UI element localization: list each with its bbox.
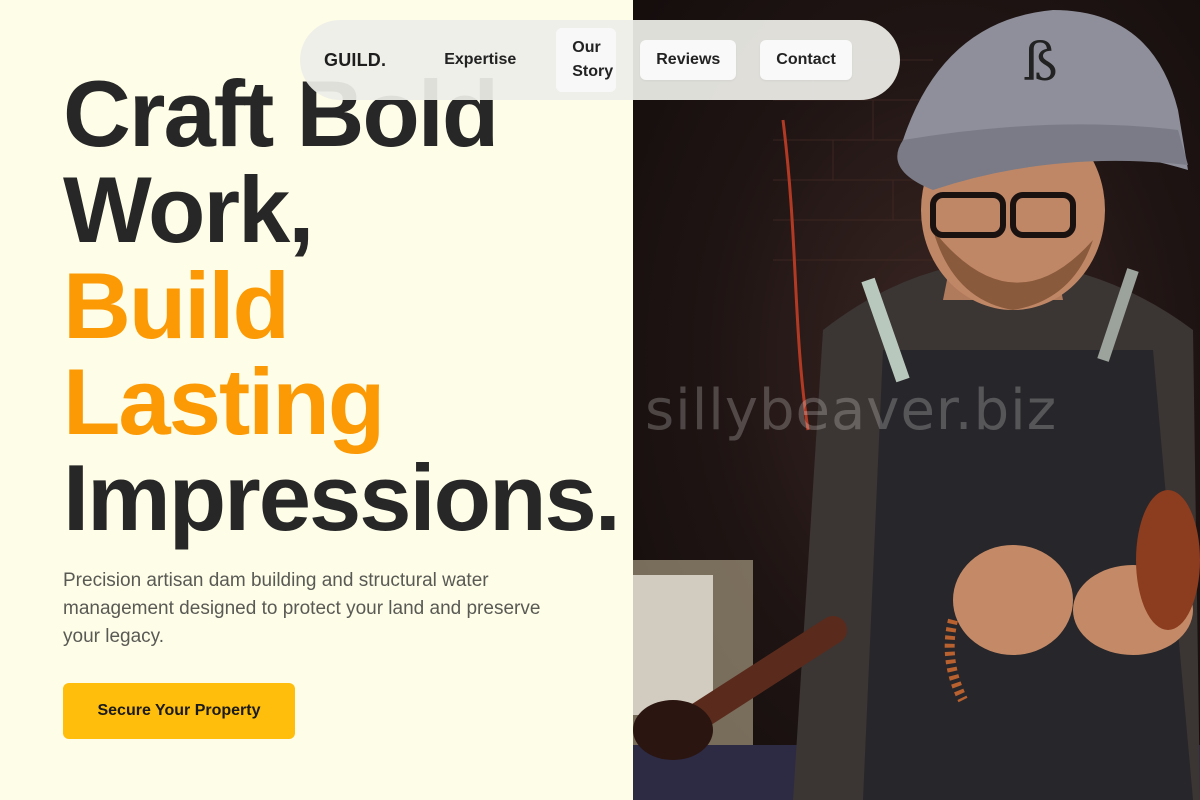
hero-subtitle: Precision artisan dam building and struc… <box>63 570 541 647</box>
headline-line-5: Impressions. <box>63 445 621 550</box>
nav-link-reviews[interactable]: Reviews <box>640 40 737 80</box>
headline-line-2: Work, <box>63 157 314 262</box>
headline-line-3: Build <box>63 253 290 358</box>
top-navigation: GUILD. Expertise Our Story Reviews Conta… <box>300 20 900 100</box>
page: ß sillybeaver.biz Craft Bold Work, Build… <box>0 0 1200 800</box>
logo[interactable]: GUILD. <box>324 50 386 71</box>
hero-headline: Craft Bold Work, Build Lasting Impressio… <box>63 66 743 546</box>
nav-link-expertise[interactable]: Expertise <box>428 40 532 80</box>
nav-link-contact[interactable]: Contact <box>760 40 852 80</box>
nav-link-our-story[interactable]: Our Story <box>556 28 617 92</box>
svg-text:ß: ß <box>1023 33 1058 93</box>
headline-line-4: Lasting <box>63 349 385 454</box>
secure-property-button[interactable]: Secure Your Property <box>63 683 295 739</box>
